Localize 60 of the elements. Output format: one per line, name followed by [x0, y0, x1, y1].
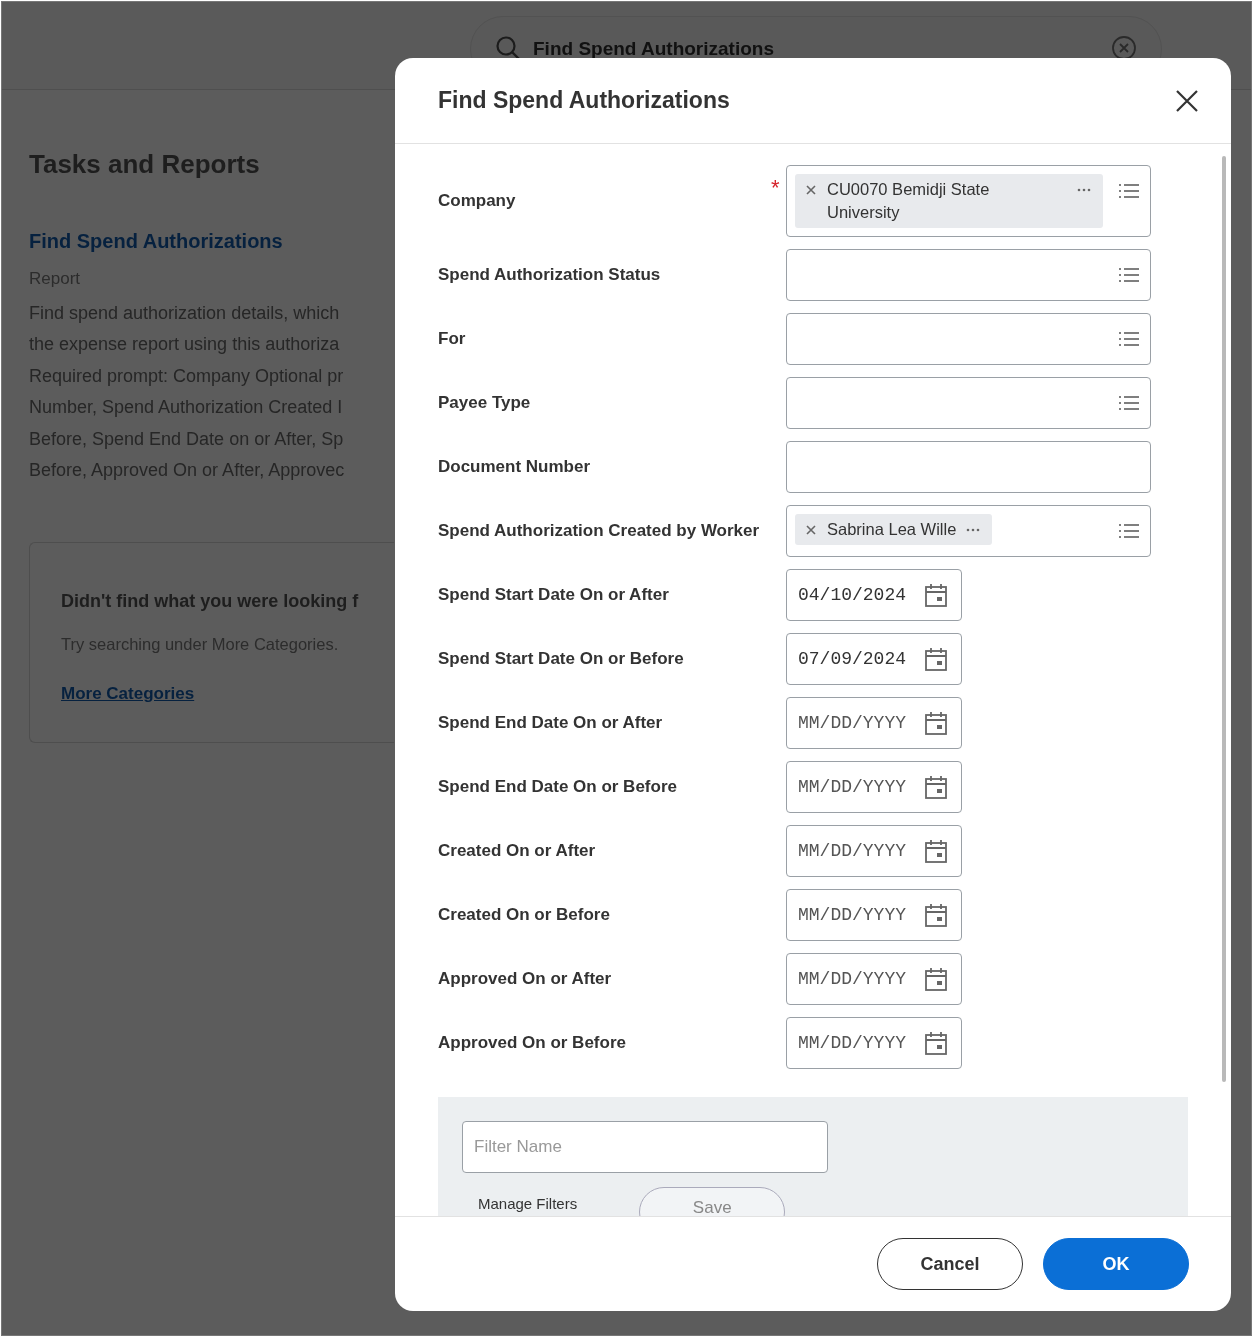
- calendar-icon[interactable]: [924, 647, 948, 671]
- field-label: Approved On or After: [438, 968, 613, 991]
- date-field[interactable]: 04/10/2024: [786, 569, 962, 621]
- calendar-icon[interactable]: [924, 839, 948, 863]
- remove-icon[interactable]: [805, 184, 817, 196]
- prompt-field[interactable]: CU0070 Bemidji State University: [786, 165, 1151, 237]
- calendar-icon[interactable]: [924, 903, 948, 927]
- field-label: Payee Type: [438, 392, 532, 415]
- prompt-field[interactable]: [786, 313, 1151, 365]
- field-label: Spend Start Date On or Before: [438, 648, 685, 671]
- chip-text: Sabrina Lea Wille: [827, 519, 957, 540]
- more-icon[interactable]: [1077, 188, 1091, 192]
- list-icon[interactable]: [1118, 330, 1140, 348]
- field-label: Document Number: [438, 456, 592, 479]
- scrollbar[interactable]: [1222, 156, 1226, 1082]
- list-icon[interactable]: [1118, 522, 1140, 540]
- chip-text: CU0070 Bemidji State University: [827, 179, 991, 223]
- list-icon[interactable]: [1118, 182, 1140, 200]
- date-field[interactable]: MM/DD/YYYY: [786, 825, 962, 877]
- calendar-icon[interactable]: [924, 775, 948, 799]
- list-icon[interactable]: [1118, 266, 1140, 284]
- dialog-title: Find Spend Authorizations: [438, 86, 730, 116]
- field-label: Created On or Before: [438, 904, 611, 927]
- field-label: Spend End Date On or After: [438, 712, 664, 735]
- field-label: Spend End Date On or Before: [438, 776, 678, 799]
- prompt-field[interactable]: [786, 377, 1151, 429]
- calendar-icon[interactable]: [924, 967, 948, 991]
- help-title: Didn't find what you were looking f: [61, 589, 360, 613]
- ok-button[interactable]: OK: [1043, 1238, 1189, 1290]
- date-field[interactable]: 07/09/2024: [786, 633, 962, 685]
- field-label: Spend Start Date On or After: [438, 584, 670, 607]
- date-field[interactable]: MM/DD/YYYY: [786, 761, 962, 813]
- date-field[interactable]: MM/DD/YYYY: [786, 1017, 962, 1069]
- calendar-icon[interactable]: [924, 711, 948, 735]
- search-text: Find Spend Authorizations: [533, 35, 1099, 64]
- prompt-field[interactable]: Sabrina Lea Wille: [786, 505, 1151, 557]
- cancel-button[interactable]: Cancel: [877, 1238, 1023, 1290]
- section-heading: Tasks and Reports: [29, 148, 261, 181]
- manage-filters-label: Manage Filters: [478, 1194, 578, 1214]
- field-label: Spend Authorization Created by Worker: [438, 520, 761, 543]
- search-icon: [495, 35, 521, 61]
- field-label: Approved On or Before: [438, 1032, 627, 1055]
- text-field[interactable]: [786, 441, 1151, 493]
- field-label: Company: [438, 190, 517, 213]
- filter-name-field[interactable]: Filter Name: [462, 1121, 828, 1173]
- more-icon[interactable]: [966, 528, 981, 532]
- date-field[interactable]: MM/DD/YYYY: [786, 889, 962, 941]
- clear-icon[interactable]: [1111, 35, 1137, 61]
- remove-icon[interactable]: [805, 524, 817, 536]
- field-label: Spend Authorization Status: [438, 264, 662, 287]
- calendar-icon[interactable]: [924, 583, 948, 607]
- calendar-icon[interactable]: [924, 1031, 948, 1055]
- field-label: For: [438, 328, 467, 351]
- field-label: Created On or After: [438, 840, 597, 863]
- date-field[interactable]: MM/DD/YYYY: [786, 697, 962, 749]
- required-icon: *: [771, 177, 786, 199]
- list-icon[interactable]: [1118, 394, 1140, 412]
- close-icon[interactable]: [1175, 88, 1199, 113]
- date-field[interactable]: MM/DD/YYYY: [786, 953, 962, 1005]
- prompt-field[interactable]: [786, 249, 1151, 301]
